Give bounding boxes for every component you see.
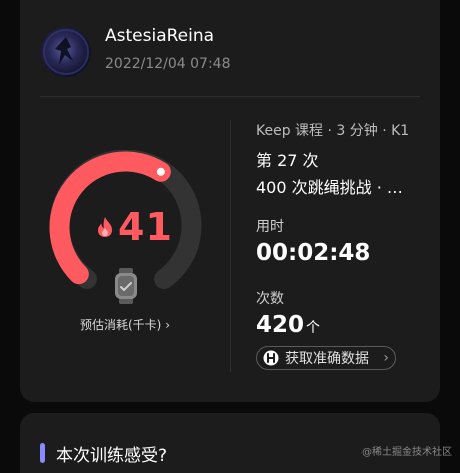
gauge-end-dot <box>156 167 165 176</box>
divider <box>40 96 420 97</box>
course-meta: Keep 课程 · 3 分钟 · K1 <box>256 123 410 139</box>
workout-card: AstesiaReina 2022/12/04 07:48 41 预估消耗(千卡… <box>20 0 440 402</box>
count-label: 次数 <box>256 291 284 307</box>
calorie-number: 41 <box>118 205 173 249</box>
calorie-estimate-label: 预估消耗(千卡) <box>79 318 162 332</box>
flame-icon <box>98 217 112 237</box>
count-unit: 个 <box>306 320 321 336</box>
chevron-right-icon: › <box>383 350 389 366</box>
watch-icon <box>115 268 137 304</box>
divider <box>230 120 231 372</box>
workout-datetime: 2022/12/04 07:48 <box>105 56 231 72</box>
watermark: @稀土掘金技术社区 <box>362 447 452 458</box>
count-value: 420 个 <box>256 312 320 338</box>
data-badge-icon <box>263 350 279 366</box>
calorie-value: 41 <box>95 208 173 246</box>
duration-label: 用时 <box>256 219 284 235</box>
course-name[interactable]: 400 次跳绳挑战 · … <box>256 174 403 198</box>
calorie-estimate-link[interactable]: 预估消耗(千卡) › <box>20 316 230 333</box>
duration-value: 00:02:48 <box>256 240 371 266</box>
avatar[interactable] <box>41 27 91 77</box>
username[interactable]: AstesiaReina <box>105 26 214 46</box>
course-session: 第 27 次 <box>256 151 319 170</box>
section-accent-bar <box>40 443 45 463</box>
get-accurate-data-button[interactable]: 获取准确数据 › <box>256 346 396 370</box>
count-number: 420 <box>256 312 305 338</box>
chevron-right-icon: › <box>165 318 170 332</box>
get-accurate-data-label: 获取准确数据 <box>285 351 369 367</box>
feeling-title: 本次训练感受? <box>56 446 168 466</box>
